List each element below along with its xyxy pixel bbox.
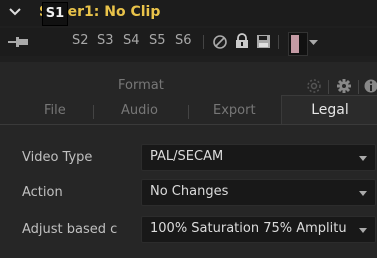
- info-icon[interactable]: [364, 78, 377, 94]
- disable-icon[interactable]: [212, 34, 228, 50]
- version-s1-button[interactable]: S1: [42, 2, 68, 26]
- version-s5-button[interactable]: S5: [149, 33, 166, 48]
- version-s4-button[interactable]: S4: [123, 33, 140, 48]
- divider: [328, 80, 329, 94]
- tab-legal-label: Legal: [311, 102, 349, 118]
- video-type-dropdown[interactable]: PAL/SECAM: [141, 144, 376, 171]
- divider: [93, 105, 94, 119]
- lock-icon[interactable]: [235, 33, 249, 49]
- adjust-based-on-dropdown[interactable]: 100% Saturation 75% Amplitu: [141, 216, 376, 243]
- version-s2-button[interactable]: S2: [72, 33, 89, 48]
- tab-divider: [0, 124, 377, 125]
- chevron-down-icon: [359, 191, 367, 196]
- gear-icon[interactable]: [336, 78, 352, 94]
- tab-export[interactable]: Export: [213, 103, 256, 118]
- pin-icon[interactable]: [8, 36, 30, 48]
- tab-legal[interactable]: Legal: [281, 95, 377, 125]
- link-icon[interactable]: [306, 78, 322, 94]
- tab-format[interactable]: Format: [118, 78, 164, 93]
- action-dropdown[interactable]: No Changes: [141, 179, 376, 206]
- action-label: Action: [22, 185, 63, 200]
- save-icon[interactable]: [256, 34, 271, 49]
- action-value: No Changes: [150, 184, 229, 199]
- divider: [188, 105, 189, 119]
- adjust-based-on-label: Adjust based c: [22, 222, 118, 237]
- tab-audio[interactable]: Audio: [121, 103, 158, 118]
- video-type-value: PAL/SECAM: [150, 149, 224, 164]
- color-swatch[interactable]: [288, 32, 308, 56]
- divider: [358, 80, 359, 94]
- adjust-based-on-value: 100% Saturation 75% Amplitu: [150, 221, 347, 236]
- version-s3-button[interactable]: S3: [97, 33, 114, 48]
- chevron-down-icon: [359, 228, 367, 233]
- divider: [203, 35, 204, 49]
- tab-file[interactable]: File: [44, 103, 66, 118]
- video-type-label: Video Type: [22, 150, 93, 165]
- divider: [278, 35, 279, 49]
- caret-down-icon[interactable]: [309, 40, 318, 46]
- version-s6-button[interactable]: S6: [175, 33, 192, 48]
- chevron-down-icon[interactable]: [8, 5, 22, 19]
- chevron-down-icon: [359, 156, 367, 161]
